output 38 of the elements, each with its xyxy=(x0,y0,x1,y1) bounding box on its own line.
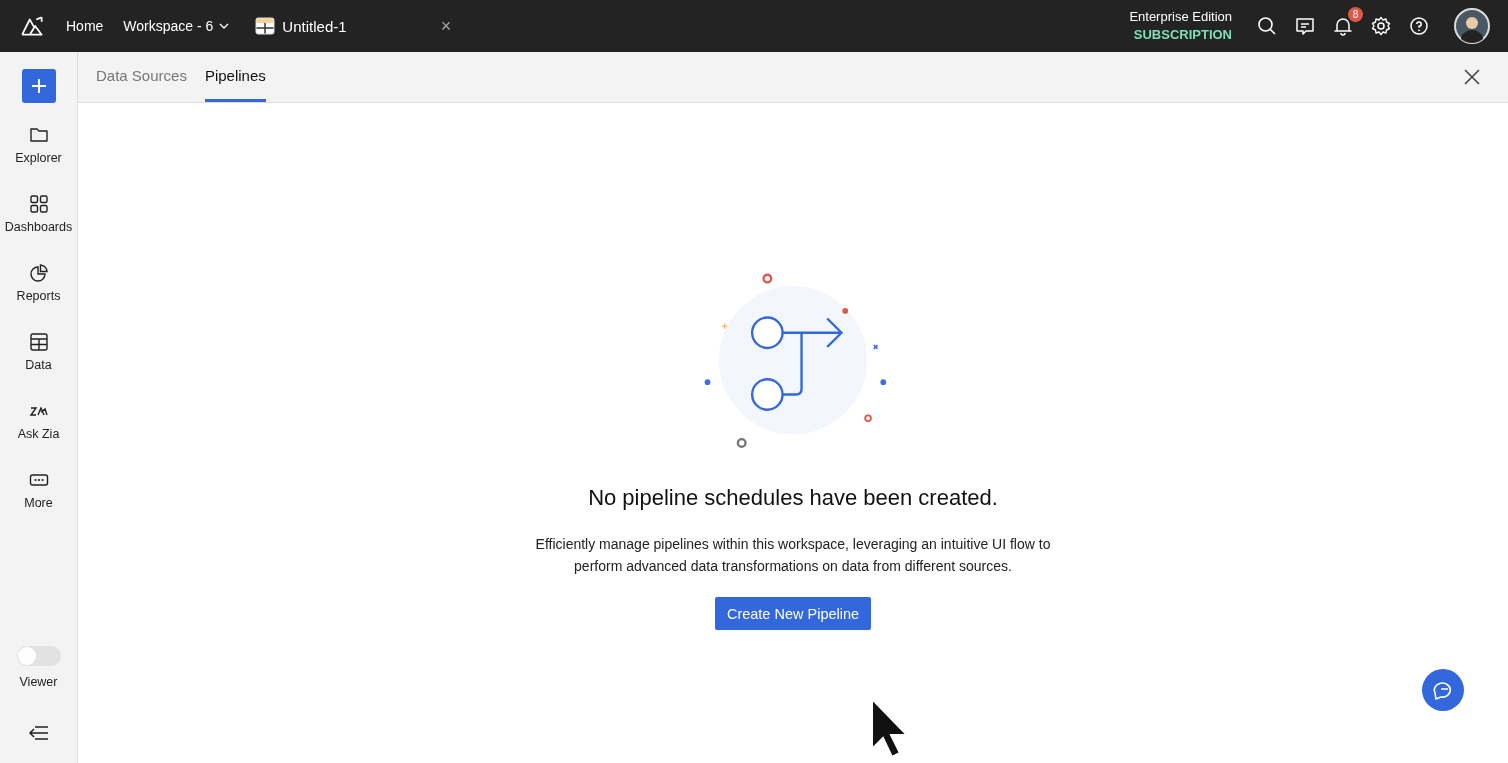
notification-badge: 8 xyxy=(1348,7,1363,22)
empty-state-title: No pipeline schedules have been created. xyxy=(588,485,998,511)
viewer-label: Viewer xyxy=(19,675,58,689)
document-tab[interactable]: Untitled-1 × xyxy=(255,15,452,37)
sidebar-item[interactable]: Explorer xyxy=(4,125,73,181)
close-icon[interactable] xyxy=(1462,67,1482,87)
sidebar-item[interactable]: Data xyxy=(4,332,73,388)
sidebar-item[interactable]: Reports xyxy=(4,263,73,319)
caret-icon xyxy=(219,23,230,29)
table-icon xyxy=(255,17,276,35)
edition-label: Enterprise Edition xyxy=(1129,8,1232,26)
sidebar-item[interactable]: More xyxy=(4,470,73,526)
subscription-link[interactable]: SUBSCRIPTION xyxy=(1133,26,1232,44)
search-icon[interactable] xyxy=(1257,16,1277,36)
add-button[interactable] xyxy=(21,69,56,103)
home-link[interactable]: Home xyxy=(66,18,104,34)
help-icon[interactable] xyxy=(1409,16,1429,36)
message-icon[interactable] xyxy=(1295,16,1315,36)
tab[interactable]: Data Sources xyxy=(96,52,187,102)
sidebar-item[interactable]: Dashboards xyxy=(4,194,73,250)
collapse-icon[interactable] xyxy=(27,725,50,741)
create-pipeline-button[interactable]: Create New Pipeline xyxy=(714,597,872,630)
grid-icon xyxy=(28,194,49,214)
close-tab-button[interactable]: × xyxy=(440,15,452,37)
workspace-dropdown[interactable]: Workspace - 6 xyxy=(123,18,230,34)
pie-chart-icon xyxy=(28,263,49,283)
folder-icon xyxy=(28,125,49,145)
logo-icon[interactable] xyxy=(20,15,46,37)
table-icon xyxy=(28,332,49,352)
document-title: Untitled-1 xyxy=(282,17,347,35)
tab[interactable]: Pipelines xyxy=(204,52,266,102)
chat-icon[interactable] xyxy=(1422,669,1464,711)
bell-icon[interactable] xyxy=(1333,16,1353,36)
viewer-toggle[interactable] xyxy=(16,646,61,666)
avatar[interactable] xyxy=(1454,8,1490,44)
empty-state-description: Efficiently manage pipelines within this workspace, leveraging an intuitive UI flow to perform advanced data transformations on data from different sources. xyxy=(534,535,1052,576)
settings-icon[interactable] xyxy=(1371,16,1391,36)
sidebar-item[interactable]: Ask Zia xyxy=(4,401,73,457)
